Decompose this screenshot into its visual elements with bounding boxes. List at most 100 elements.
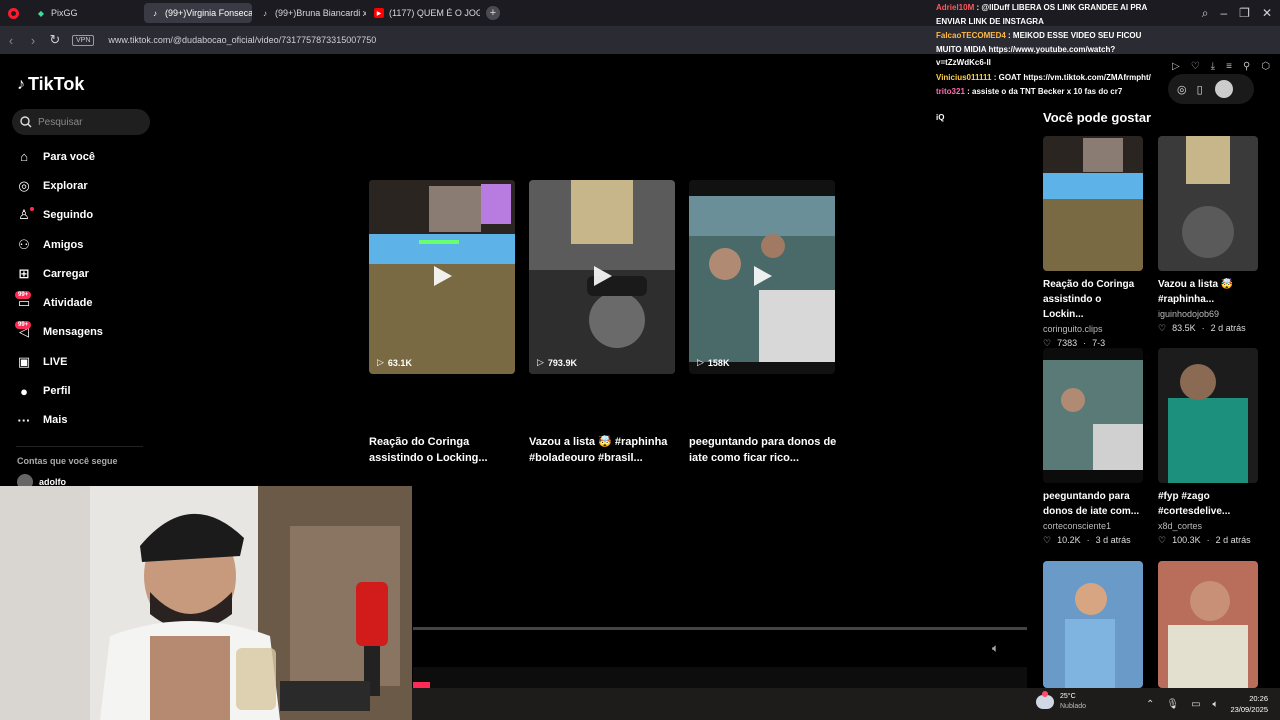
video-thumbnail	[1043, 561, 1143, 688]
separator: ·	[1206, 535, 1210, 545]
video-author[interactable]: corteconsciente1	[1043, 521, 1143, 531]
minimize-icon[interactable]: –	[1220, 6, 1227, 20]
upload-icon: ⊞	[18, 265, 30, 281]
play-icon[interactable]	[590, 264, 614, 288]
view-count: ▷ 793.9K	[537, 357, 577, 368]
sidebar-item-mais[interactable]: ··· Mais	[16, 406, 103, 435]
recommended-video-1[interactable]: ▷ 63.1K	[369, 180, 515, 374]
chat-message: Vinicius011111 : GOAT https://vm.tiktok.…	[936, 71, 1161, 85]
play-count-icon: ▷	[537, 357, 544, 367]
date: 23/09/2025	[1230, 705, 1268, 714]
url-field[interactable]: www.tiktok.com/@dudabocao_oficial/video/…	[108, 35, 376, 45]
video-title: Vazou a lista 🤯 #raphinha...	[1158, 279, 1234, 305]
compass-icon[interactable]: ◎	[1177, 83, 1187, 96]
sidebar-item-label: Carregar	[43, 267, 89, 280]
tiktok-sidebar: ♪ TikTok ⌂ Para você ◎ Explorar ♙Seguindo ⚇ Am…	[0, 54, 165, 494]
heart-icon[interactable]: ♡	[1191, 61, 1200, 72]
sidebar-item-carregar[interactable]: ⊞ Carregar	[16, 259, 103, 288]
search-input[interactable]	[38, 116, 143, 128]
tab-youtube[interactable]: ▶ (1177) QUEM É O JOGADO	[368, 3, 480, 23]
tab-pixgg[interactable]: ◆ PixGG	[30, 3, 142, 23]
live-icon: ▣	[17, 353, 31, 369]
tiktok-icon: ♪	[153, 8, 157, 18]
sidebar-item-label: Mais	[43, 414, 68, 427]
new-tab-button[interactable]: +	[486, 6, 500, 20]
weather-widget[interactable]: 25°C Nublado	[1036, 691, 1086, 712]
video-author[interactable]: coringuito.clips	[1043, 324, 1143, 334]
suggested-video-6[interactable]	[1158, 561, 1258, 688]
forward-icon[interactable]: ›	[22, 29, 44, 51]
video-thumbnail	[1158, 136, 1258, 271]
play-icon[interactable]	[750, 264, 774, 288]
vpn-badge[interactable]: VPN	[72, 34, 95, 46]
sidebar-item-explorar[interactable]: ◎ Explorar	[16, 171, 103, 200]
tab-virginia[interactable]: ♪ (99+)Virginia Fonseca	[144, 3, 252, 23]
sidebar-item-perfil[interactable]: ● Perfil	[16, 376, 103, 405]
close-icon[interactable]: ✕	[1262, 6, 1272, 20]
sidebar-item-label: Explorar	[43, 179, 88, 192]
video-title: #fyp #zago #cortesdelive...	[1158, 491, 1231, 517]
extensions-icon[interactable]: ⬡	[1261, 61, 1270, 72]
recommended-title-3[interactable]: peeguntando para donos de iate como fica…	[689, 434, 839, 466]
suggested-video-2[interactable]: Vazou a lista 🤯 #raphinha... iguinhodojo…	[1158, 136, 1258, 334]
play-icon[interactable]	[430, 264, 454, 288]
chat-message: FalcaoTECOMED4 : MEIKOD ESSE VIDEO SEU F…	[936, 29, 1161, 70]
weather-text: 25°C Nublado	[1060, 692, 1086, 712]
sidebar-item-atividade[interactable]: ▭ 99+ Atividade	[15, 288, 103, 317]
video-author[interactable]: iguinhodojob69	[1158, 309, 1258, 319]
recommended-video-3[interactable]: ▷ 158K	[689, 180, 835, 374]
sidebar-item-amigos[interactable]: ⚇ Amigos	[16, 230, 103, 259]
tiktok-logo[interactable]: ♪ TikTok	[17, 74, 84, 95]
maximize-icon[interactable]: ❐	[1239, 6, 1250, 20]
chat-user: FalcaoTECOMED4	[936, 31, 1006, 40]
tab-bruna[interactable]: ♪ (99+)Bruna Biancardi x Vi	[254, 3, 366, 23]
play-icon[interactable]: ▷	[1172, 61, 1180, 72]
tab-label: (99+)Virginia Fonseca	[165, 8, 252, 18]
phone-icon[interactable]: ▯	[1197, 83, 1203, 96]
video-author[interactable]: x8d_cortes	[1158, 521, 1258, 531]
view-count: ▷ 63.1K	[377, 357, 412, 368]
sidebar-item-mensagens[interactable]: ◁ 99+ Mensagens	[15, 318, 103, 347]
display-icon[interactable]: ▭	[1191, 699, 1200, 710]
search-tabs-icon[interactable]: ⌕	[1202, 6, 1209, 21]
chat-user: Adriel10M	[936, 3, 975, 12]
profile-icon[interactable]: ⚲	[1243, 61, 1250, 72]
opera-menu-icon[interactable]	[2, 2, 24, 24]
stream-chat-overlay: Adriel10M : @llDuff LIBERA OS LINK GRAND…	[936, 1, 1161, 125]
avatar[interactable]	[1214, 80, 1233, 98]
tiktok-note-icon: ♪	[17, 75, 25, 93]
suggested-video-1[interactable]: Reação do Coringa assistindo o Lockin...…	[1043, 136, 1143, 349]
chat-text: : assiste o da TNT Becker x 10 fas do cr…	[967, 87, 1123, 96]
sidebar-item-para-voc-[interactable]: ⌂ Para você	[16, 142, 103, 171]
weather-condition: Nublado	[1060, 703, 1087, 710]
webcam-overlay	[0, 486, 412, 720]
chevron-up-icon[interactable]: ⌃	[1146, 699, 1154, 710]
microphone-icon[interactable]: 🎙︎	[1166, 699, 1179, 710]
date: 2 d atrás	[1215, 535, 1251, 545]
sidebar-item-seguindo[interactable]: ♙ Seguindo	[16, 201, 103, 230]
recommended-title-2[interactable]: Vazou a lista 🤯 #raphinha #boladeouro #b…	[529, 434, 669, 466]
download-icon[interactable]: ⤓	[1211, 61, 1215, 72]
sidebar-item-label: Amigos	[43, 238, 84, 251]
tab-label: (99+)Bruna Biancardi x Vi	[275, 8, 366, 18]
recommended-video-2[interactable]: ▷ 793.9K	[529, 180, 675, 374]
chat-text: iQ	[936, 112, 945, 122]
reload-icon[interactable]: ↻	[44, 29, 66, 51]
sidebar-item-live[interactable]: ▣ LIVE	[16, 347, 103, 376]
compass-icon: ◎	[18, 177, 30, 193]
search-box[interactable]	[12, 109, 150, 135]
clock[interactable]: 20:26 23/09/2025	[1230, 693, 1268, 715]
list-icon[interactable]: ≡	[1226, 61, 1232, 72]
speaker-icon[interactable]: 🔈︎	[1213, 699, 1219, 710]
suggested-video-3[interactable]: peeguntando para donos de iate com... co…	[1043, 348, 1143, 546]
video-progress-bar[interactable]	[413, 627, 1027, 630]
back-icon[interactable]: ‹	[0, 29, 22, 51]
suggested-video-4[interactable]: #fyp #zago #cortesdelive... x8d_cortes ♡…	[1158, 348, 1258, 546]
suggested-video-5[interactable]	[1043, 561, 1143, 688]
video-stats: ♡ 100.3K · 2 d atrás	[1158, 535, 1258, 546]
video-thumbnail	[1158, 348, 1258, 483]
tiktok-icon: ♪	[263, 8, 267, 18]
recommended-title-1[interactable]: Reação do Coringa assistindo o Locking..…	[369, 434, 509, 466]
video-stats: ♡ 83.5K · 2 d atrás	[1158, 323, 1258, 334]
volume-icon[interactable]: 🔈︎	[992, 641, 999, 656]
